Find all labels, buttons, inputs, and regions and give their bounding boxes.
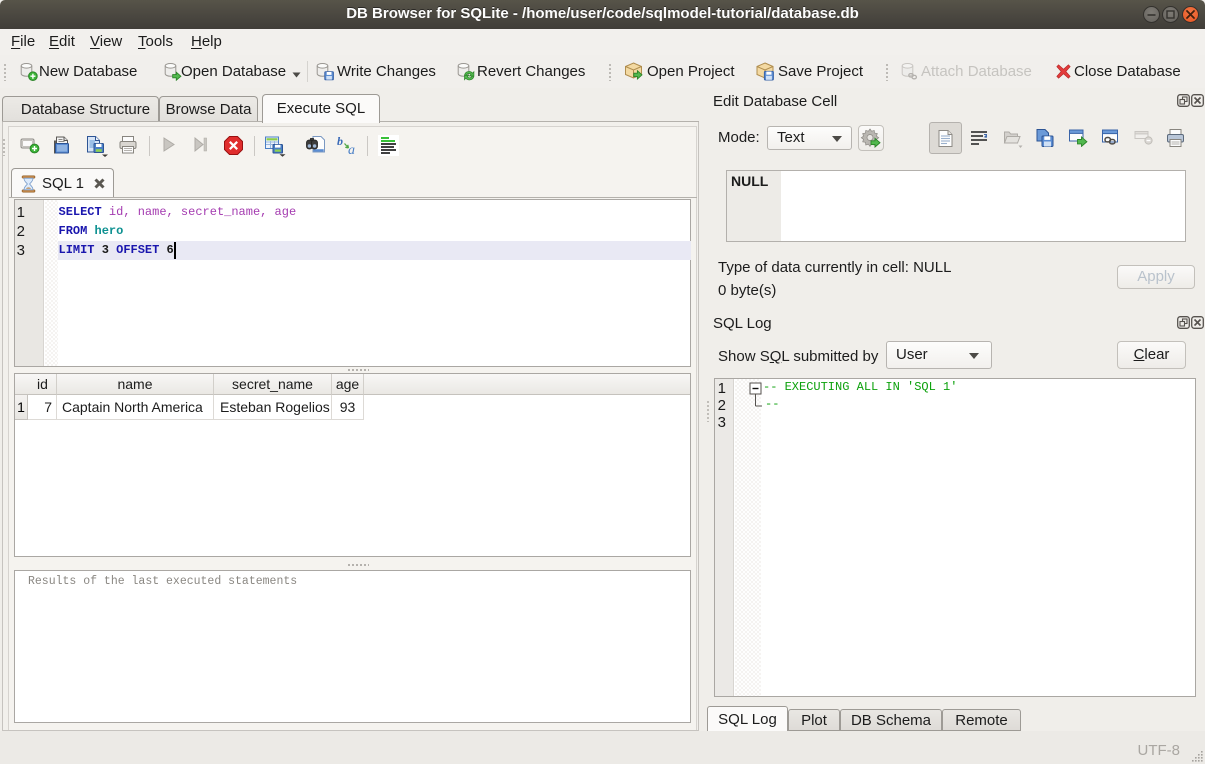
svg-text:a: a (348, 143, 355, 155)
svg-text:b: b (337, 135, 343, 148)
